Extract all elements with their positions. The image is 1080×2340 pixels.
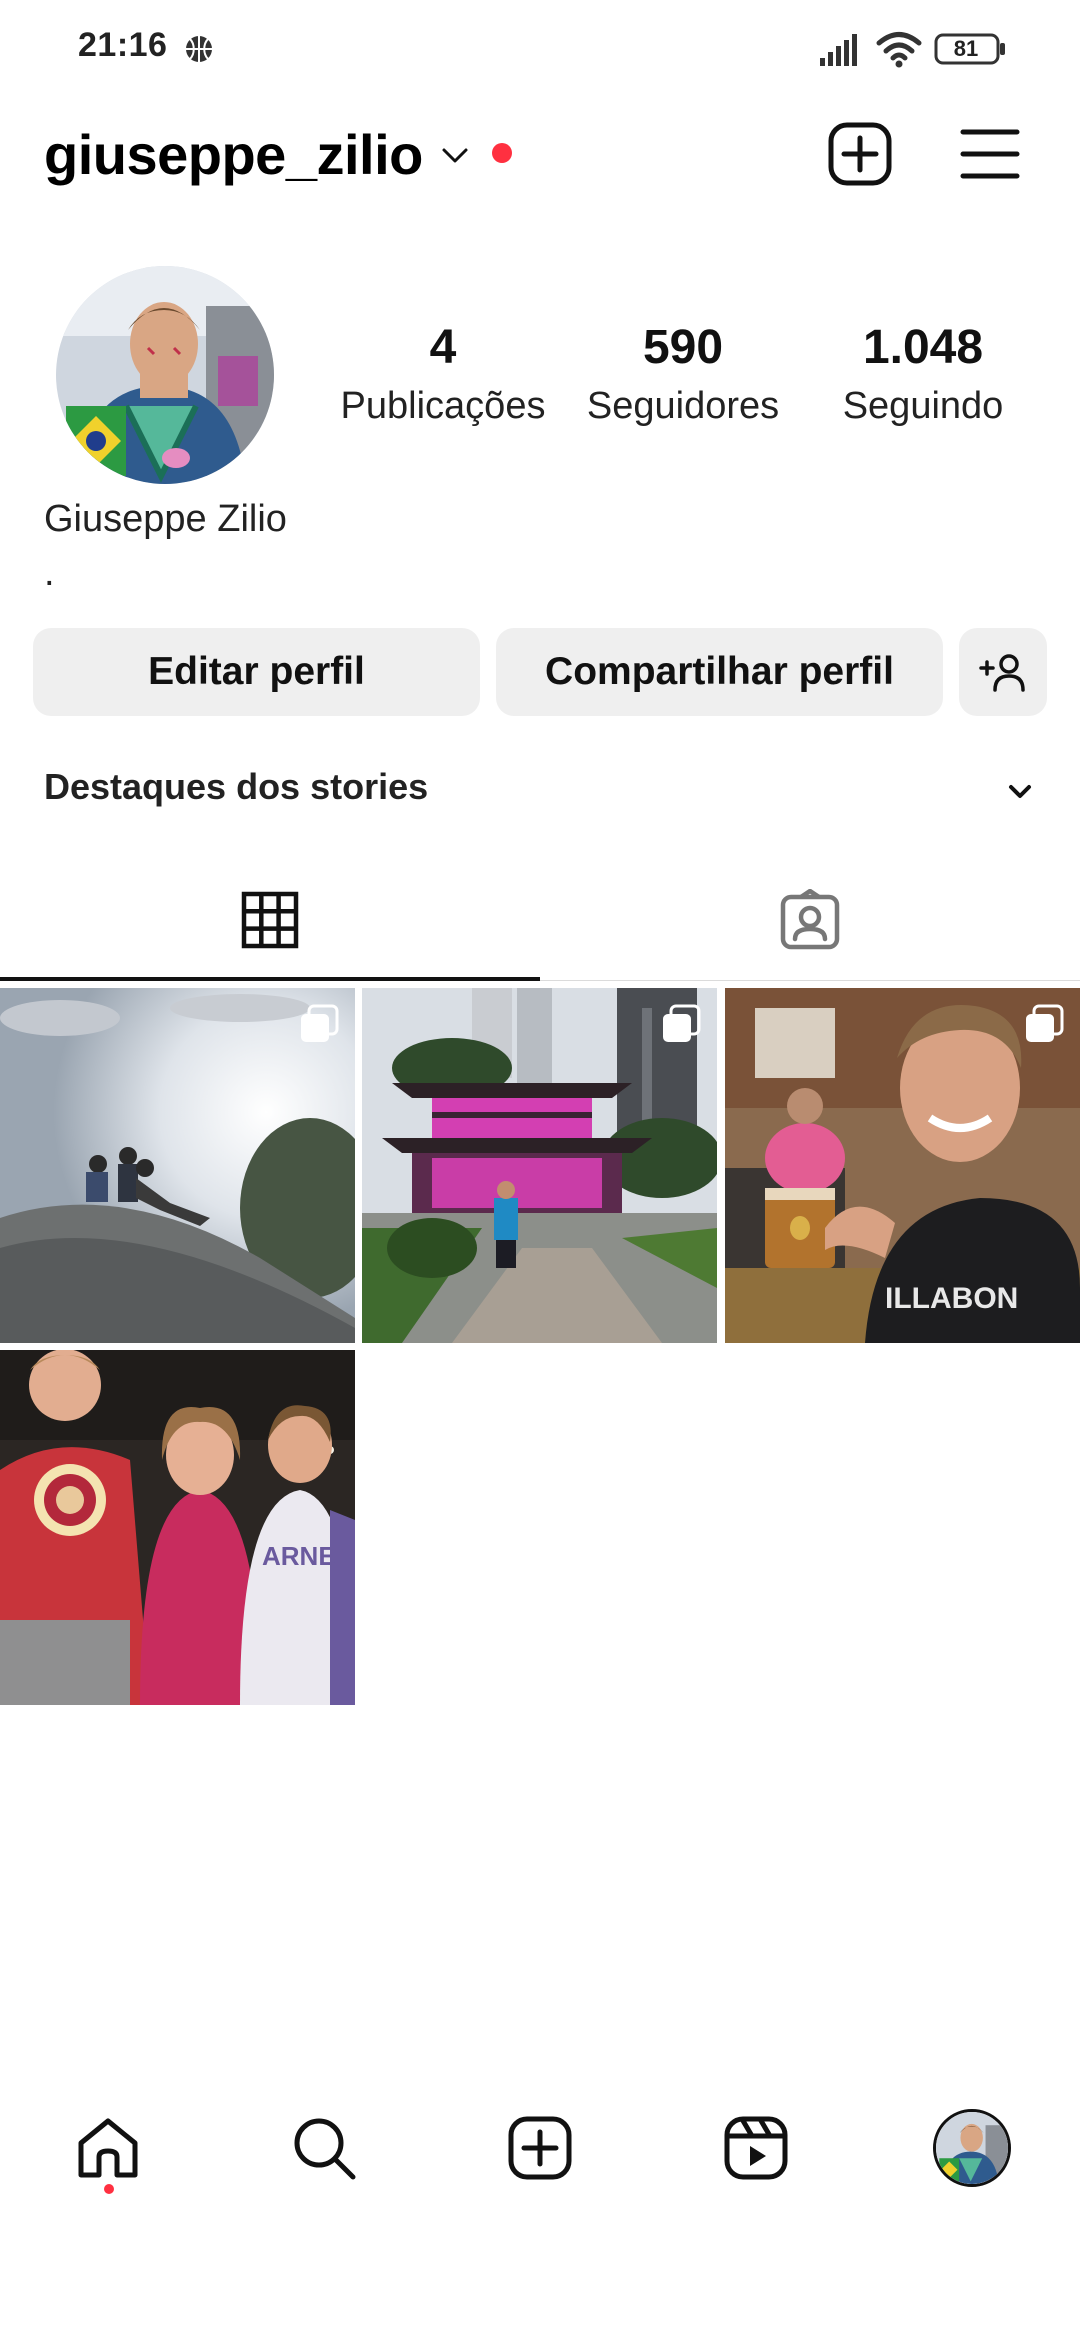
stat-posts-label: Publicações (340, 385, 546, 427)
nav-profile[interactable] (932, 2108, 1012, 2188)
nav-home[interactable] (68, 2108, 148, 2188)
multiple-photos-icon (663, 1004, 701, 1042)
stat-followers[interactable]: 590 Seguidores (563, 320, 803, 428)
active-tab-indicator (0, 977, 540, 981)
post-thumbnail[interactable]: ARNETT (0, 1350, 355, 1705)
profile-bio: . (44, 552, 55, 594)
tagged-icon (780, 889, 840, 950)
post-thumbnail[interactable]: ILLABON (725, 988, 1080, 1343)
profile-username[interactable]: giuseppe_zilio (44, 122, 423, 187)
discover-people-button[interactable] (959, 628, 1047, 716)
wifi-icon (876, 32, 922, 68)
stat-posts[interactable]: 4 Publicações (323, 320, 563, 428)
menu-icon[interactable] (960, 126, 1020, 182)
profile-avatar (933, 2109, 1011, 2187)
multiple-photos-icon (301, 1004, 339, 1042)
activity-dot (104, 2184, 114, 2194)
reels-icon (724, 2116, 788, 2180)
tab-tagged[interactable] (540, 860, 1080, 980)
stat-posts-value: 4 (429, 321, 457, 374)
basketball-icon (186, 36, 212, 62)
create-icon (508, 2116, 572, 2180)
multiple-photos-icon (1026, 1004, 1064, 1042)
story-highlights-label[interactable]: Destaques dos stories (44, 766, 428, 808)
chevron-down-icon[interactable] (1004, 775, 1036, 807)
profile-full-name: Giuseppe Zilio (44, 498, 287, 540)
profile-avatar[interactable] (56, 266, 274, 484)
notification-dot (492, 143, 512, 163)
stat-following-value: 1.048 (862, 321, 984, 374)
signal-icon (820, 34, 857, 66)
stat-following[interactable]: 1.048 Seguindo (803, 320, 1043, 428)
post-thumbnail[interactable] (0, 988, 355, 1343)
nav-reels[interactable] (716, 2108, 796, 2188)
home-icon (78, 2118, 138, 2178)
svg-text:ARNETT: ARNETT (262, 1541, 355, 1571)
nav-create[interactable] (500, 2108, 580, 2188)
svg-text:ILLABON: ILLABON (885, 1282, 1018, 1315)
stat-followers-value: 590 (642, 321, 724, 374)
battery-level: 81 (953, 36, 979, 61)
post-thumbnail[interactable] (362, 988, 717, 1343)
stat-followers-label: Seguidores (586, 385, 780, 427)
search-icon (294, 2118, 356, 2180)
add-person-icon (979, 654, 1025, 692)
tab-divider (540, 980, 1080, 981)
stat-following-label: Seguindo (842, 385, 1004, 427)
new-post-icon[interactable] (828, 122, 892, 186)
status-time: 21:16 (78, 26, 168, 64)
nav-search[interactable] (284, 2108, 364, 2188)
edit-profile-button[interactable]: Editar perfil (33, 628, 480, 716)
share-profile-button[interactable]: Compartilhar perfil (496, 628, 943, 716)
grid-icon (241, 891, 299, 949)
chevron-down-icon[interactable] (440, 140, 470, 170)
tab-posts-grid[interactable] (0, 860, 540, 980)
